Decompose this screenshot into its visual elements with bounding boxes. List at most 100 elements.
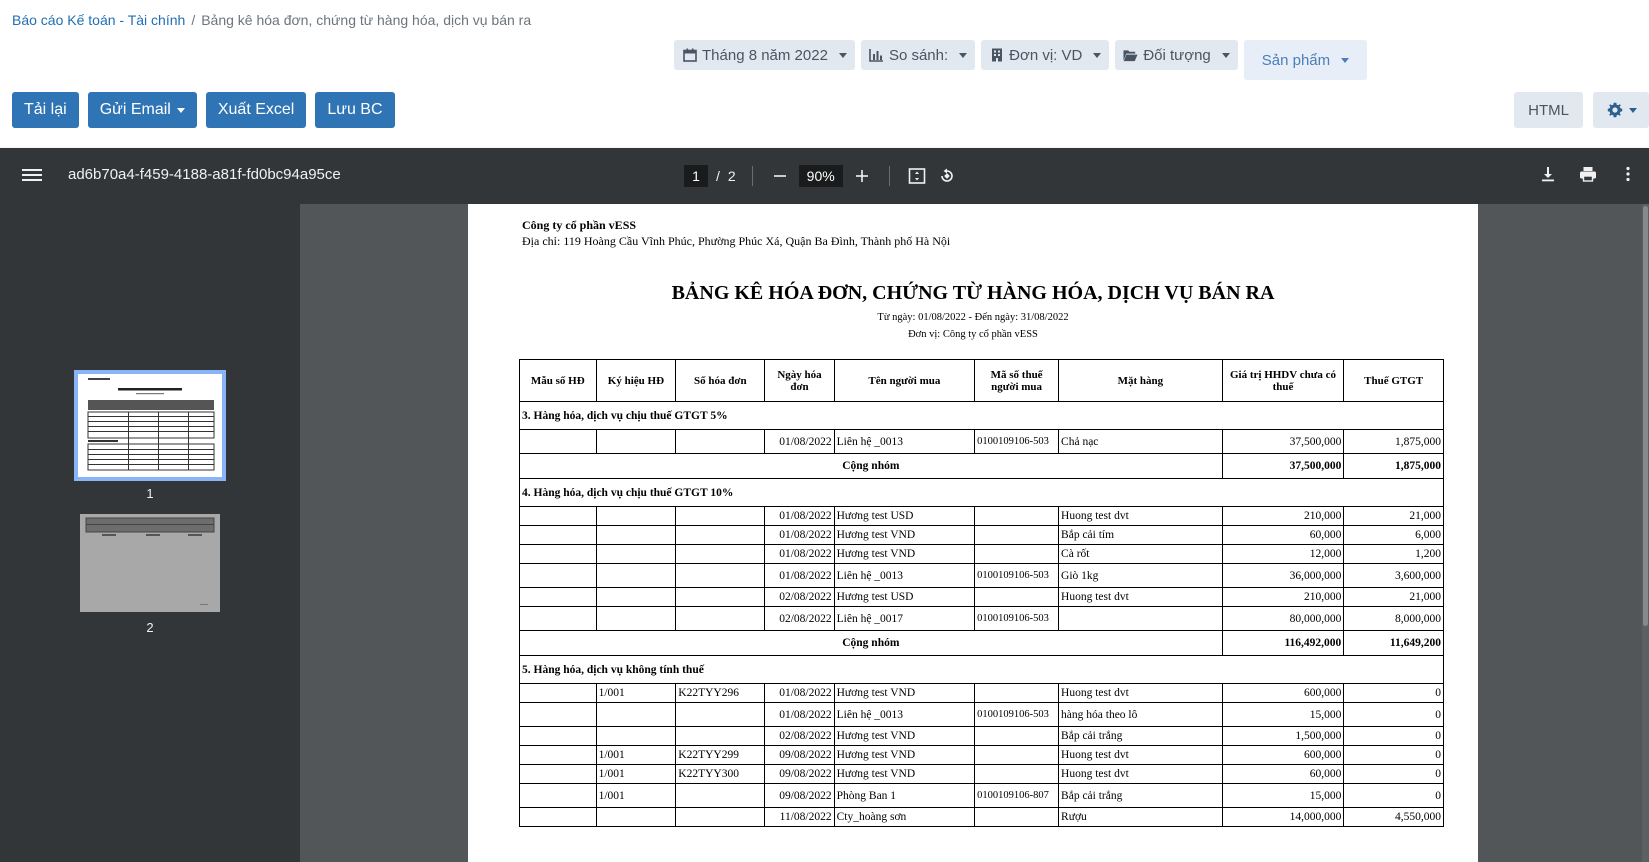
cell-value: 36,000,000 xyxy=(1221,563,1345,588)
cell-vat: 6,000 xyxy=(1343,525,1444,545)
pdf-toolbar: ad6b70a4-f459-4188-a81f-fd0bc94a95ce 1 /… xyxy=(0,148,1649,204)
cell-symbol xyxy=(595,506,677,526)
cell-no xyxy=(675,807,766,827)
period-filter-button[interactable]: Tháng 8 năm 2022 xyxy=(674,40,855,70)
invoice-table: Mẫu số HĐ Ký hiệu HĐ Số hóa đơn Ngày hóa… xyxy=(519,359,1444,827)
save-report-button[interactable]: Lưu BC xyxy=(315,92,395,128)
cell-no xyxy=(675,726,766,746)
cell-item: Huong test dvt xyxy=(1058,745,1223,765)
cell-no: K22TYY300 xyxy=(675,764,766,784)
cell-no xyxy=(675,587,766,607)
print-icon[interactable] xyxy=(1577,163,1599,185)
cell-item: Chả nạc xyxy=(1058,429,1223,454)
zoom-out-icon[interactable] xyxy=(769,165,791,187)
cell-tax-code xyxy=(974,544,1060,564)
unit-filter-button[interactable]: Đơn vị: VD xyxy=(981,40,1110,70)
object-filter-label: Đối tượng xyxy=(1143,46,1211,64)
group-total-value: 116,492,000 xyxy=(1221,630,1345,656)
thumbnail-preview-icon xyxy=(87,378,215,471)
send-email-button[interactable]: Gửi Email xyxy=(87,92,197,128)
table-row: 01/08/2022 Liên hệ _0013 0100109106-503 Chả… xyxy=(519,429,1444,454)
section-header-row: 3. Hàng hóa, dịch vụ chịu thuế GTGT 5% xyxy=(519,401,1444,430)
cell-symbol xyxy=(595,606,677,631)
breadcrumb-parent-link[interactable]: Báo cáo Kế toán - Tài chính xyxy=(12,12,185,28)
column-header: Số hóa đơn xyxy=(675,359,766,402)
cell-symbol: 1/001 xyxy=(595,764,677,784)
cell-item: Bắp cải trắng xyxy=(1058,726,1223,746)
cell-vat: 1,875,000 xyxy=(1343,429,1444,454)
menu-icon[interactable] xyxy=(22,166,42,186)
reload-button[interactable]: Tải lại xyxy=(12,92,79,128)
zoom-in-icon[interactable] xyxy=(851,165,873,187)
table-row: 02/08/2022 Hương test VND Bắp cải trắng 1,5… xyxy=(519,726,1444,746)
right-action-bar: HTML xyxy=(1514,92,1649,128)
group-total-label: Cộng nhóm xyxy=(519,453,1223,479)
cell-value: 1,500,000 xyxy=(1221,726,1345,746)
column-header: Mẫu số HĐ xyxy=(519,359,597,402)
html-view-button[interactable]: HTML xyxy=(1514,92,1583,128)
table-row: 01/08/2022 Hương test VND Cà rốt 12,000 1,20… xyxy=(519,544,1444,564)
export-excel-button[interactable]: Xuất Excel xyxy=(205,92,307,128)
cell-value: 80,000,000 xyxy=(1221,606,1345,631)
cell-date: 01/08/2022 xyxy=(764,702,835,727)
cell-buyer: Liên hệ _0013 xyxy=(833,563,976,588)
product-filter-button[interactable]: Sản phẩm xyxy=(1243,40,1368,80)
cell-tax-code xyxy=(974,506,1060,526)
cell-form xyxy=(519,544,597,564)
cell-form xyxy=(519,563,597,588)
fit-page-icon[interactable] xyxy=(906,165,928,187)
download-icon[interactable] xyxy=(1537,163,1559,185)
page-number-input[interactable]: 1 xyxy=(684,165,708,187)
thumbnail-preview-icon xyxy=(85,517,215,605)
cell-tax-code xyxy=(974,683,1060,703)
cell-tax-code: 0100109106-503 xyxy=(974,429,1060,454)
cell-form xyxy=(519,807,597,827)
thumbnail-label: 1 xyxy=(146,486,154,501)
cell-vat: 0 xyxy=(1343,726,1444,746)
cell-buyer: Hương test VND xyxy=(833,525,976,545)
group-total-row: Cộng nhóm 116,492,000 11,649,200 xyxy=(519,630,1444,656)
cell-item xyxy=(1058,606,1223,631)
rotate-icon[interactable] xyxy=(936,165,958,187)
report-date-range: Từ ngày: 01/08/2022 - Đến ngày: 31/08/20… xyxy=(877,312,1069,323)
object-filter-button[interactable]: Đối tượng xyxy=(1115,40,1238,70)
cell-value: 210,000 xyxy=(1221,587,1345,607)
cell-vat: 0 xyxy=(1343,702,1444,727)
table-row: 01/08/2022 Hương test VND Bắp cải tím 60,00… xyxy=(519,525,1444,545)
breadcrumb-separator: / xyxy=(191,12,196,28)
vertical-scrollbar[interactable] xyxy=(1642,204,1649,862)
cell-tax-code xyxy=(974,764,1060,784)
pdf-page: Công ty cổ phần vESS Địa chỉ: 119 Hoàng … xyxy=(468,204,1478,862)
group-total-label: Cộng nhóm xyxy=(519,630,1223,656)
compare-filter-button[interactable]: So sánh: xyxy=(860,40,976,70)
chevron-down-icon xyxy=(1341,57,1350,63)
page-separator: / xyxy=(716,168,720,184)
cell-form xyxy=(519,745,597,765)
period-filter-label: Tháng 8 năm 2022 xyxy=(702,46,828,64)
cell-date: 09/08/2022 xyxy=(764,764,835,784)
cell-buyer: Phòng Ban 1 xyxy=(833,783,976,808)
group-total-row: Cộng nhóm 37,500,000 1,875,000 xyxy=(519,453,1444,479)
scrollbar-thumb[interactable] xyxy=(1643,206,1648,626)
cell-buyer: Hương test USD xyxy=(833,587,976,607)
table-header-row: Mẫu số HĐ Ký hiệu HĐ Số hóa đơn Ngày hóa… xyxy=(519,359,1444,402)
cell-date: 01/08/2022 xyxy=(764,506,835,526)
cell-value: 60,000 xyxy=(1221,764,1345,784)
cell-buyer: Hương test VND xyxy=(833,764,976,784)
cell-symbol xyxy=(595,563,677,588)
company-name: Công ty cổ phần vESS xyxy=(522,218,637,232)
zoom-input[interactable]: 90% xyxy=(798,165,843,187)
cell-vat: 8,000,000 xyxy=(1343,606,1444,631)
product-filter-label: Sản phẩm xyxy=(1261,51,1331,69)
section-header-row: 5. Hàng hóa, dịch vụ không tính thuế xyxy=(519,655,1444,684)
more-options-icon[interactable] xyxy=(1617,163,1639,185)
page-zoom-controls: 1 / 2 90% xyxy=(684,163,958,189)
page-thumbnail-2[interactable]: 2 xyxy=(80,514,220,635)
cell-item: Huong test dvt xyxy=(1058,506,1223,526)
cell-no xyxy=(675,702,766,727)
pdf-content-area: Công ty cổ phần vESS Địa chỉ: 119 Hoàng … xyxy=(300,204,1649,862)
settings-button[interactable] xyxy=(1593,92,1649,128)
chevron-down-icon xyxy=(1093,52,1102,58)
cell-form xyxy=(519,764,597,784)
page-thumbnail-1[interactable]: 1 xyxy=(74,370,226,501)
